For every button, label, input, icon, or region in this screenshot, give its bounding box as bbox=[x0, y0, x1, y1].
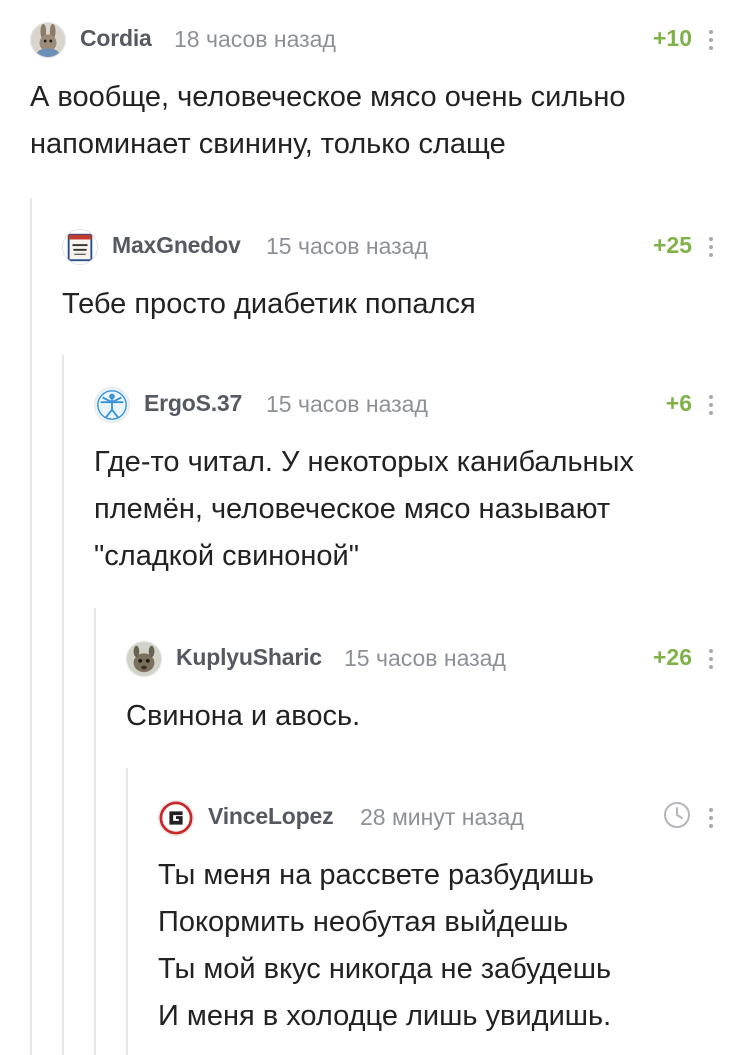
timestamp[interactable]: 15 часов назад bbox=[344, 645, 506, 672]
rating: +6 bbox=[665, 390, 692, 416]
timestamp[interactable]: 15 часов назад bbox=[266, 391, 428, 418]
comment-line: "сладкой свиноной" bbox=[94, 540, 360, 572]
comment: KuplyuSharic 15 часов назад +26 Свинона … bbox=[126, 641, 750, 740]
clock-icon[interactable] bbox=[662, 800, 692, 830]
rating: +26 bbox=[652, 644, 692, 670]
comment: ErgoS.37 15 часов назад +6 Где-то читал.… bbox=[94, 387, 750, 580]
comment-text: А вообще, человеческое мясо очень сильно… bbox=[30, 74, 750, 168]
username[interactable]: MaxGnedov bbox=[112, 232, 241, 259]
thread-line-1[interactable] bbox=[30, 198, 32, 1055]
comment-line: Ты меня на рассвете разбудишь bbox=[158, 859, 594, 891]
timestamp[interactable]: 18 часов назад bbox=[174, 26, 336, 53]
comment-line: Свинона и авось. bbox=[126, 700, 361, 732]
comment-line: Ты мой вкус никогда не забудешь bbox=[158, 953, 612, 985]
rating: +10 bbox=[652, 25, 692, 51]
timestamp[interactable]: 28 минут назад bbox=[360, 804, 524, 831]
timestamp[interactable]: 15 часов назад bbox=[266, 233, 428, 260]
thread-line-4[interactable] bbox=[126, 768, 128, 1055]
comment: Cordia 18 часов назад +10 А вообще, чело… bbox=[30, 22, 750, 168]
more-options-icon[interactable] bbox=[708, 237, 714, 257]
comment-text: Свинона и авось. bbox=[126, 693, 750, 740]
thread-line-3[interactable] bbox=[94, 608, 96, 1055]
bunny-avatar-icon[interactable] bbox=[30, 22, 66, 58]
username[interactable]: ErgoS.37 bbox=[144, 390, 242, 417]
comment-line: племён, человеческое мясо называют bbox=[94, 493, 611, 525]
rating: +25 bbox=[652, 232, 692, 258]
username[interactable]: KuplyuSharic bbox=[176, 644, 322, 671]
comment-text: Тебе просто диабетик попался bbox=[62, 281, 750, 328]
comment-text: Где-то читал. У некоторых канибальных пл… bbox=[94, 439, 750, 580]
comment-line: А вообще, человеческое мясо очень сильно bbox=[30, 81, 626, 113]
comment-line: Покормить необутая выйдешь bbox=[158, 906, 569, 938]
comment-line: напоминает свинину, только слаще bbox=[30, 128, 506, 160]
more-options-icon[interactable] bbox=[708, 808, 714, 828]
more-options-icon[interactable] bbox=[708, 30, 714, 50]
animal-avatar-icon[interactable] bbox=[126, 641, 162, 677]
thread-line-2[interactable] bbox=[62, 355, 64, 1055]
username[interactable]: Cordia bbox=[80, 25, 152, 52]
comment: VinceLopez 28 минут назад Ты меня на рас… bbox=[158, 800, 750, 1040]
comment: MaxGnedov 15 часов назад +25 Тебе просто… bbox=[62, 229, 750, 328]
username[interactable]: VinceLopez bbox=[208, 803, 334, 830]
more-options-icon[interactable] bbox=[708, 649, 714, 669]
comment-text: Ты меня на рассвете разбудишь Покормить … bbox=[158, 852, 750, 1040]
comment-line: Тебе просто диабетик попался bbox=[62, 288, 476, 320]
comment-line: Где-то читал. У некоторых канибальных bbox=[94, 446, 634, 478]
book-cover-avatar-icon[interactable] bbox=[62, 229, 98, 265]
more-options-icon[interactable] bbox=[708, 395, 714, 415]
g-logo-avatar-icon[interactable] bbox=[158, 800, 194, 836]
comment-line: И меня в холодце лишь увидишь. bbox=[158, 1000, 612, 1032]
vitruvian-man-avatar-icon[interactable] bbox=[94, 387, 130, 423]
